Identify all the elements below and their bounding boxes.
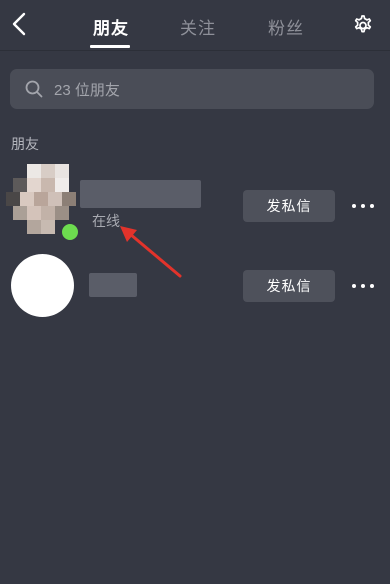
friend-name-redacted [89,273,137,297]
search-input[interactable]: 23 位朋友 [10,69,374,109]
gear-icon[interactable] [351,13,375,37]
search-icon [25,80,43,98]
friends-page: 朋友 关注 粉丝 23 位朋友 朋友 在线 发私信 发私信 [0,0,390,584]
ellipsis-icon[interactable] [352,202,374,210]
avatar[interactable] [11,254,74,317]
section-title: 朋友 [11,137,39,153]
tab-following[interactable]: 关注 [180,14,216,39]
send-message-button[interactable]: 发私信 [243,270,335,302]
tab-followers[interactable]: 粉丝 [268,14,304,39]
online-status-label: 在线 [92,214,120,230]
active-tab-indicator [90,45,130,48]
send-message-button[interactable]: 发私信 [243,190,335,222]
search-placeholder: 23 位朋友 [54,81,120,99]
top-nav: 朋友 关注 粉丝 [0,0,390,51]
friend-name-redacted [80,180,201,208]
ellipsis-icon[interactable] [352,282,374,290]
chevron-left-icon[interactable] [8,10,32,38]
tab-friends[interactable]: 朋友 [93,14,129,39]
online-status-dot [60,222,80,242]
